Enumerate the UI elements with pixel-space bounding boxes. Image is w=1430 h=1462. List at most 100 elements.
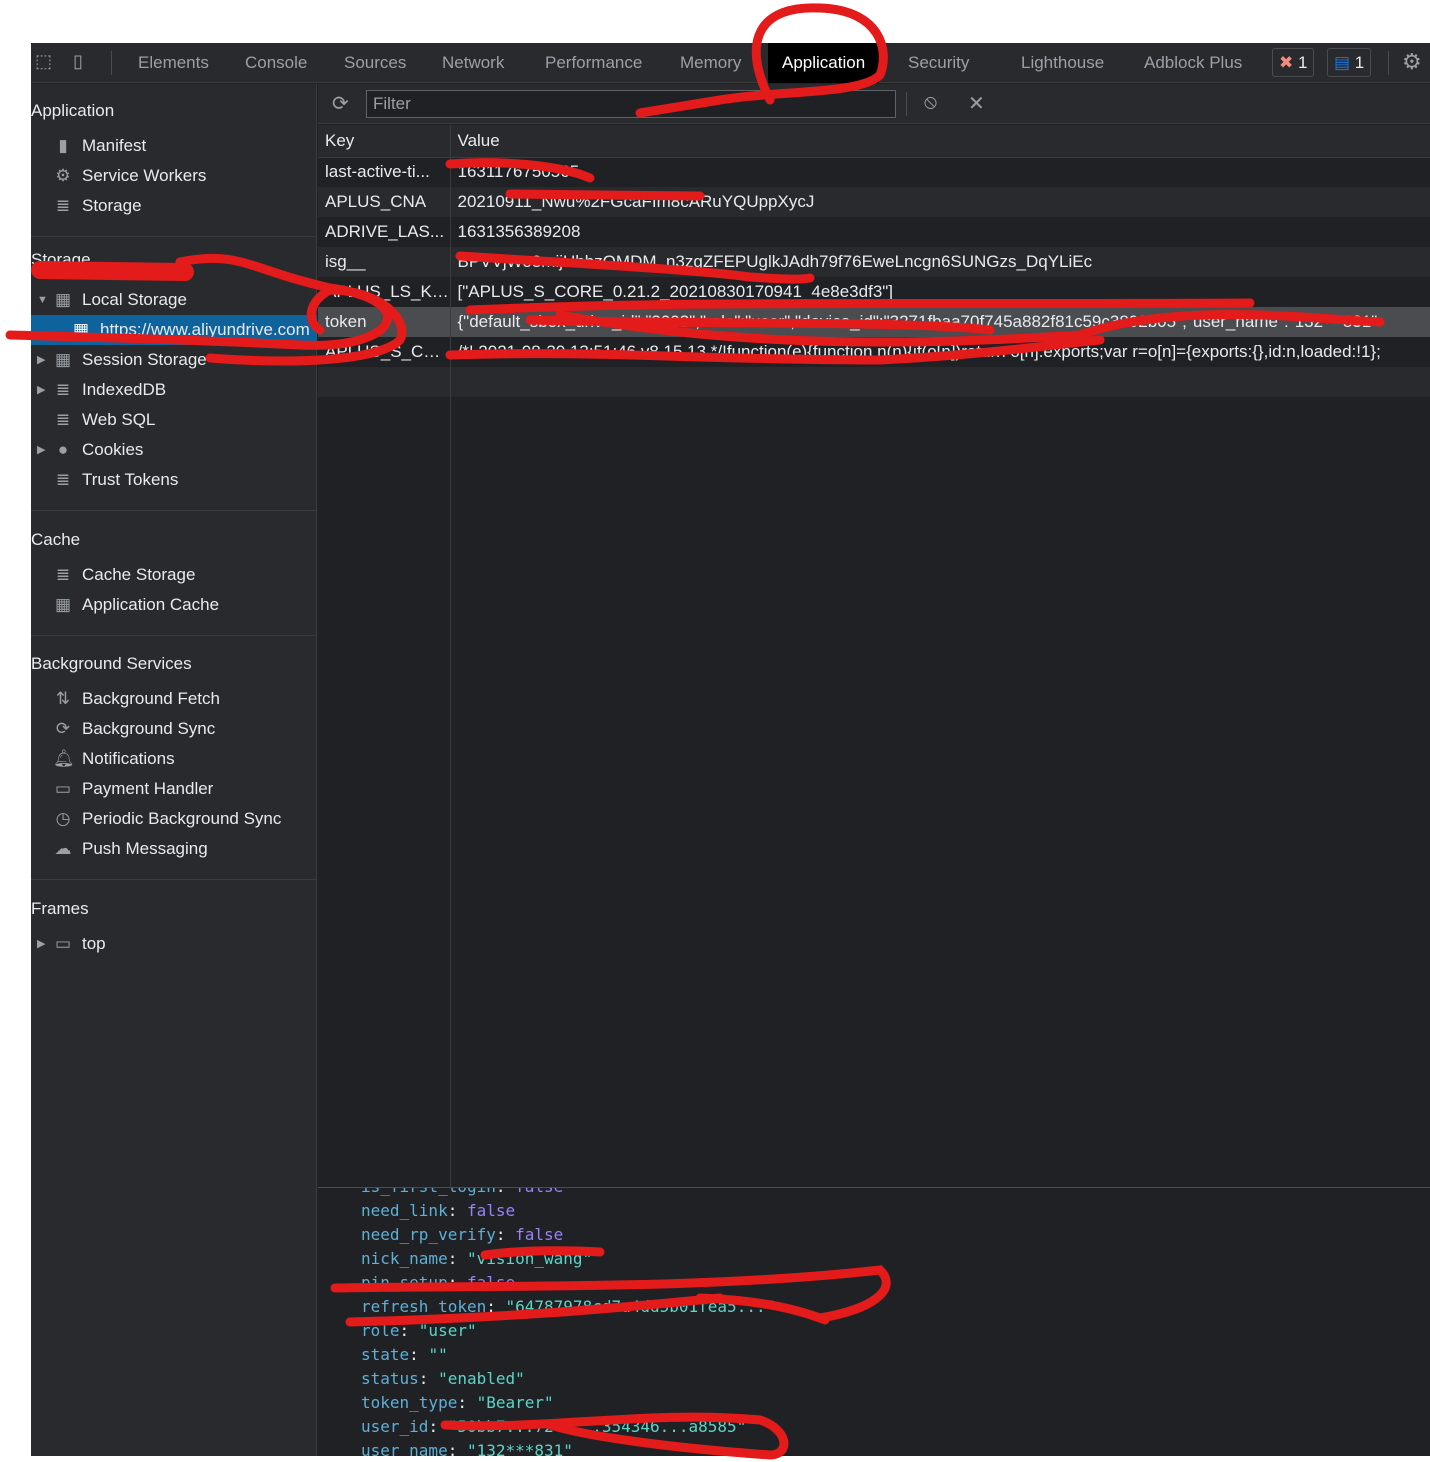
sidebar-item-cookies[interactable]: ▶ ● Cookies	[31, 435, 317, 465]
preview-line: state: ""	[361, 1345, 448, 1364]
property-value: "user"	[418, 1321, 477, 1340]
tab-lighthouse[interactable]: Lighthouse	[1021, 43, 1104, 83]
column-header-value[interactable]: Value	[450, 125, 1430, 158]
section-frames: Frames	[31, 899, 89, 918]
label: Web SQL	[82, 410, 156, 429]
key-cell[interactable]: token	[318, 307, 451, 337]
up-down-arrows-icon: ⇅	[55, 689, 71, 708]
property-value: false	[515, 1225, 564, 1244]
key-cell[interactable]: APLUS_LS_KEY	[318, 277, 451, 307]
sidebar-item-cache-storage[interactable]: ≣ Cache Storage	[31, 560, 317, 590]
value-cell[interactable]: BPVVjWo8mijUhbzOMDM_n3zgZFEPUglkJAdh79f7…	[450, 247, 1430, 277]
preview-line: is_first_login: false	[361, 1188, 563, 1196]
divider	[31, 510, 317, 511]
device-toolbar-icon[interactable]: ▯	[73, 51, 83, 72]
sidebar-item-session-storage[interactable]: ▶ ▦ Session Storage	[31, 345, 317, 375]
table-row[interactable]: last-active-ti... 1631176750565	[318, 157, 1430, 187]
property-key: need_link	[361, 1201, 448, 1220]
value-cell[interactable]: ["APLUS_S_CORE_0.21.2_20210830170941_4e8…	[450, 277, 1430, 307]
clear-all-icon[interactable]: ⦸	[924, 91, 937, 114]
value-cell[interactable]: {"default_sbox_drive_id":"3003","role":"…	[450, 307, 1430, 337]
key-cell[interactable]: isg__	[318, 247, 451, 277]
sidebar-item-payment-handler[interactable]: ▭ Payment Handler	[31, 774, 317, 804]
tab-network[interactable]: Network	[442, 43, 504, 83]
tab-performance[interactable]: Performance	[545, 43, 642, 83]
sidebar-item-push-messaging[interactable]: ☁ Push Messaging	[31, 834, 317, 864]
tab-security[interactable]: Security	[908, 43, 969, 83]
divider	[31, 879, 317, 880]
value-cell[interactable]: 1631176750565	[450, 157, 1430, 187]
sidebar-item-service-workers[interactable]: ⚙ Service Workers	[31, 161, 317, 191]
key-cell[interactable]: ADRIVE_LAS...	[318, 217, 451, 247]
expanded-arrow-icon[interactable]: ▼	[37, 285, 48, 315]
property-value: false	[515, 1188, 563, 1196]
label: Trust Tokens	[82, 470, 179, 489]
table-row[interactable]: ADRIVE_LAS... 1631356389208	[318, 217, 1430, 247]
tab-memory[interactable]: Memory	[680, 43, 741, 83]
sidebar-item-manifest[interactable]: ▮ Manifest	[31, 131, 317, 161]
sidebar-item-frame-top[interactable]: ▶ ▭ top	[31, 929, 317, 959]
table-row[interactable]: APLUS_LS_KEY ["APLUS_S_CORE_0.21.2_202108…	[318, 277, 1430, 307]
table-row[interactable]: token {"default_sbox_drive_id":"3003","ro…	[318, 307, 1430, 337]
key-cell[interactable]: APLUS_CNA	[318, 187, 451, 217]
collapsed-arrow-icon[interactable]: ▶	[37, 929, 45, 959]
devtools-toolbar: ⬚ ▯ Elements Console Sources Network Per…	[31, 43, 1430, 83]
key-cell[interactable]: last-active-ti...	[318, 157, 451, 187]
property-value: false	[466, 1273, 516, 1292]
storage-panel: ⟳ Filter ⦸ ✕ Key Value last-active-ti... 1…	[318, 84, 1430, 1456]
property-key: user_id	[361, 1417, 429, 1436]
property-value: "vision_wang"	[466, 1249, 593, 1268]
label: Push Messaging	[82, 839, 208, 858]
sidebar-item-indexeddb[interactable]: ▶ ≣ IndexedDB	[31, 375, 317, 405]
label: IndexedDB	[82, 380, 167, 399]
key-cell[interactable]: APLUS_S_CO...	[318, 337, 451, 367]
preview-line: need_link: false	[361, 1201, 516, 1220]
tab-sources[interactable]: Sources	[344, 43, 406, 83]
value-cell[interactable]: 1631356389208	[450, 217, 1430, 247]
tab-elements[interactable]: Elements	[138, 43, 209, 83]
tab-console[interactable]: Console	[245, 43, 307, 83]
sidebar-item-notifications[interactable]: 🔔︎ Notifications	[31, 744, 317, 774]
bell-icon: 🔔︎	[53, 749, 75, 768]
label: Application Cache	[82, 595, 220, 614]
label: Local Storage	[82, 290, 187, 309]
filter-input[interactable]: Filter	[366, 90, 896, 118]
inspect-element-icon[interactable]: ⬚	[35, 51, 52, 72]
table-row[interactable]: isg__ BPVVjWo8mijUhbzOMDM_n3zgZFEPUglkJAd…	[318, 247, 1430, 277]
property-key: token_type	[361, 1393, 458, 1412]
refresh-icon[interactable]: ⟳	[332, 91, 349, 116]
sidebar-item-background-sync[interactable]: ⟳ Background Sync	[31, 714, 317, 744]
table-row[interactable]: APLUS_CNA 20210911_Nwu%2FGcaFIm8cARuYQUpp…	[318, 187, 1430, 217]
section-storage: Storage	[31, 250, 91, 269]
errors-badge[interactable]: ✖ 1	[1272, 48, 1315, 77]
storage-table: Key Value last-active-ti... 1631176750565 A…	[318, 125, 1430, 397]
property-value: "enabled"	[438, 1369, 525, 1388]
sidebar-item-periodic-background-sync[interactable]: ◷ Periodic Background Sync	[31, 804, 317, 834]
messages-badge[interactable]: ▤ 1	[1327, 48, 1372, 77]
sidebar-item-web-sql[interactable]: ≣ Web SQL	[31, 405, 317, 435]
property-key: status	[361, 1369, 419, 1388]
sidebar-item-trust-tokens[interactable]: ≣ Trust Tokens	[31, 465, 317, 495]
label: Background Fetch	[82, 689, 220, 708]
sidebar-item-application-cache[interactable]: ▦ Application Cache	[31, 590, 317, 620]
table-row[interactable]: APLUS_S_CO.../*! 2021-08-30 13:51:46 v8.…	[318, 337, 1430, 367]
property-key: refresh_token	[361, 1297, 487, 1316]
collapsed-arrow-icon[interactable]: ▶	[37, 345, 45, 375]
collapsed-arrow-icon[interactable]: ▶	[37, 375, 45, 405]
tab-adblock-plus[interactable]: Adblock Plus	[1144, 43, 1242, 83]
value-cell[interactable]: 20210911_Nwu%2FGcaFIm8cARuYQUppXycJ	[450, 187, 1430, 217]
collapsed-arrow-icon[interactable]: ▶	[37, 435, 45, 465]
delete-selected-icon[interactable]: ✕	[968, 91, 985, 116]
tab-application[interactable]: Application	[768, 43, 880, 83]
column-header-key[interactable]: Key	[318, 125, 451, 158]
sidebar-item-local-storage[interactable]: ▼ ▦ Local Storage	[31, 285, 317, 315]
sidebar-item-background-fetch[interactable]: ⇅ Background Fetch	[31, 684, 317, 714]
divider	[906, 92, 907, 116]
section-application: Application	[31, 101, 115, 120]
sidebar-item-storage[interactable]: ≣ Storage	[31, 191, 317, 221]
property-value: "50bb7...7245...354346...a8585"	[447, 1417, 747, 1436]
settings-gear-icon[interactable]: ⚙	[1402, 49, 1422, 75]
sidebar: Application ▮ Manifest ⚙ Service Workers ≣…	[31, 84, 317, 1456]
sidebar-item-aliyundrive-origin[interactable]: ▦ https://www.aliyundrive.com	[31, 315, 317, 345]
value-cell[interactable]: /*! 2021-08-30 13:51:46 v8.15.13 */!func…	[450, 337, 1430, 367]
